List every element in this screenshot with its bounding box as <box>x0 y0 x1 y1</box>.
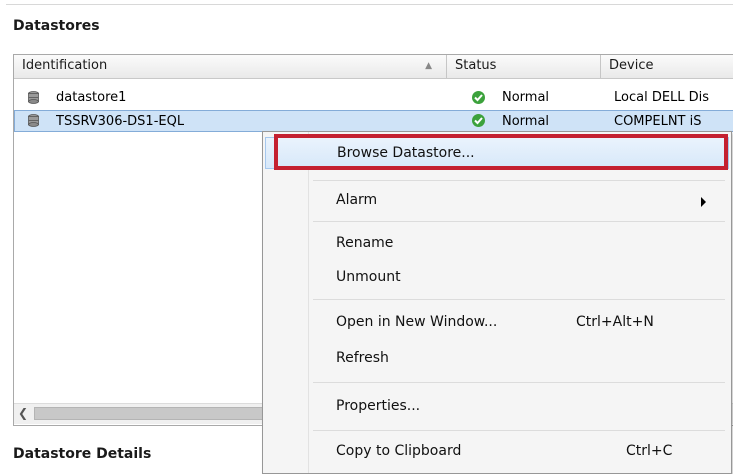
menu-item-label: Copy to Clipboard <box>336 443 462 459</box>
menu-item-rename[interactable]: Rename <box>265 228 729 260</box>
grid-header: Identification ▲ Status Device <box>14 55 733 79</box>
device-text: COMPELNT iS <box>614 114 702 129</box>
datastore-name: datastore1 <box>56 90 127 105</box>
table-row[interactable]: datastore1 Normal Local DELL Dis <box>14 87 733 109</box>
context-menu: Browse Datastore... Alarm Rename Unmount… <box>262 131 732 474</box>
table-row-selected[interactable]: TSSRV306-DS1-EQL Normal COMPELNT iS <box>14 110 733 132</box>
menu-item-label: Rename <box>336 235 394 251</box>
menu-item-label: Unmount <box>336 269 401 285</box>
menu-separator <box>313 430 725 431</box>
submenu-arrow-icon <box>701 197 706 207</box>
menu-item-label: Refresh <box>336 350 389 366</box>
menu-item-open-in-new-window[interactable]: Open in New Window... Ctrl+Alt+N <box>265 307 729 339</box>
menu-item-label: Open in New Window... <box>336 314 498 330</box>
scrollbar-thumb[interactable] <box>34 407 284 420</box>
menu-item-alarm[interactable]: Alarm <box>265 185 729 217</box>
datastore-details-heading: Datastore Details <box>13 446 152 462</box>
menu-item-unmount[interactable]: Unmount <box>265 262 729 294</box>
column-header-label: Device <box>609 58 654 73</box>
datastore-name: TSSRV306-DS1-EQL <box>56 114 185 129</box>
sort-ascending-icon: ▲ <box>425 61 432 71</box>
top-divider <box>6 4 733 5</box>
menu-item-shortcut: Ctrl+C <box>626 443 673 459</box>
menu-separator <box>313 221 725 222</box>
menu-item-refresh[interactable]: Refresh <box>265 343 729 375</box>
menu-item-properties[interactable]: Properties... <box>265 391 729 423</box>
datastore-icon <box>28 91 39 104</box>
column-header-device[interactable]: Device <box>601 55 733 78</box>
menu-separator <box>313 382 725 383</box>
highlight-annotation-box <box>274 134 728 170</box>
column-header-label: Identification <box>22 58 108 73</box>
menu-separator <box>313 299 725 300</box>
menu-item-shortcut: Ctrl+Alt+N <box>576 314 654 330</box>
column-header-label: Status <box>455 58 497 73</box>
datastore-icon <box>28 114 39 127</box>
menu-item-copy-to-clipboard[interactable]: Copy to Clipboard Ctrl+C <box>265 436 729 468</box>
scroll-left-arrow-icon[interactable]: ❮ <box>14 404 32 424</box>
status-text: Normal <box>502 114 550 129</box>
status-text: Normal <box>502 90 550 105</box>
menu-item-label: Alarm <box>336 192 378 208</box>
menu-item-label: Properties... <box>336 398 421 414</box>
status-ok-icon <box>472 91 485 104</box>
datastores-heading: Datastores <box>13 18 100 34</box>
status-ok-icon <box>472 114 485 127</box>
device-text: Local DELL Dis <box>614 90 710 105</box>
column-header-status[interactable]: Status <box>447 55 601 78</box>
menu-separator <box>313 180 725 181</box>
column-header-identification[interactable]: Identification ▲ <box>14 55 447 78</box>
